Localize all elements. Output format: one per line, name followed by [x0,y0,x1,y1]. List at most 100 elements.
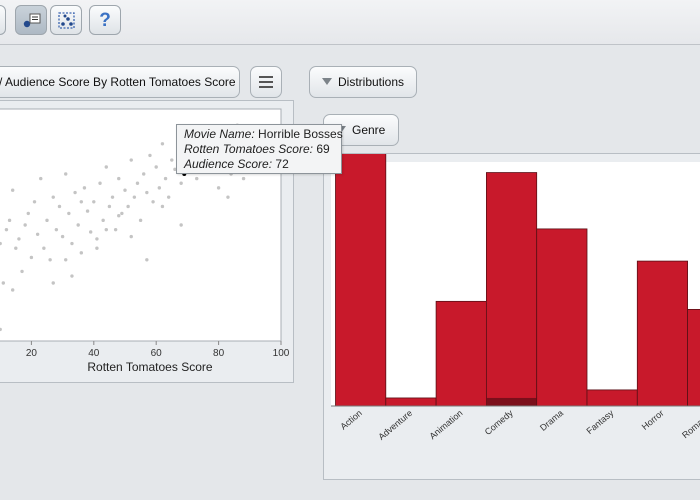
scatter-point[interactable] [148,153,152,158]
scatter-point[interactable] [70,241,74,246]
scatter-title-label: / Audience Score By Rotten Tomatoes Scor… [0,75,236,89]
distributions-dropdown[interactable]: Distributions [309,66,417,98]
bar-drama[interactable] [536,228,588,407]
scatter-point[interactable] [107,204,112,209]
bar-fantasy[interactable] [586,389,638,407]
scatter-point[interactable] [179,181,183,185]
scatter-point[interactable] [70,274,74,278]
x-tick-label: 40 [88,348,100,359]
scatter-point[interactable] [104,165,108,169]
scatter-point[interactable] [226,195,230,199]
scatter-point[interactable] [160,142,165,146]
scatter-point[interactable] [163,176,168,181]
scatter-point[interactable] [51,195,55,199]
scatter-point[interactable] [10,188,15,192]
scatter-point[interactable] [48,258,52,262]
scatter-point[interactable] [123,188,127,192]
scatter-point[interactable] [92,200,96,204]
scatter-point[interactable] [129,234,133,239]
scatter-point[interactable] [117,214,121,218]
scatter-point[interactable] [82,186,87,190]
partial-toolbar-button[interactable] [0,5,6,35]
scatter-point[interactable] [32,200,37,204]
x-tick-label: 100 [273,348,290,359]
scatter-point[interactable] [17,237,21,241]
scatter-point[interactable] [51,281,55,285]
scatter-point[interactable] [132,195,137,199]
scatter-point[interactable] [101,218,105,223]
scatter-point[interactable] [7,218,12,223]
genre-label: Genre [352,123,386,137]
scatter-point[interactable] [179,223,183,227]
x-axis-label: Rotten Tomatoes Score [87,360,213,374]
scatter-point[interactable] [1,281,6,285]
scatter-point[interactable] [117,176,121,181]
scatter-point[interactable] [104,227,108,232]
scatter-point[interactable] [60,234,65,239]
scatter-point[interactable] [95,237,99,241]
scatter-point[interactable] [4,227,9,232]
scatter-point[interactable] [79,251,84,255]
scatter-point[interactable] [20,269,24,274]
annotate-button[interactable] [15,5,47,35]
scatter-point[interactable] [135,181,140,185]
scatter-point[interactable] [110,195,115,199]
bar-horror[interactable] [636,260,688,407]
scatter-point[interactable] [73,190,77,195]
scatter-point[interactable] [26,211,30,216]
category-label: Comedy [483,408,515,438]
scatter-point[interactable] [98,181,102,185]
scatter-point[interactable] [142,172,146,176]
scatter-point[interactable] [166,195,171,199]
scatter-point[interactable] [23,223,27,227]
scatter-point[interactable] [154,165,158,169]
scatter-point[interactable] [216,186,221,190]
question-icon: ? [99,10,111,31]
scatter-point[interactable] [170,158,174,162]
x-tick-label: 80 [213,348,225,359]
scatter-point[interactable] [29,255,34,260]
scatter-point[interactable] [129,158,133,162]
bar-action[interactable] [335,131,387,407]
scatter-point[interactable] [138,218,143,223]
scatter-point[interactable] [64,172,68,176]
scatter-point[interactable] [241,176,246,181]
scatter-point[interactable] [145,258,149,262]
scatter-point[interactable] [79,200,84,204]
scatter-point[interactable] [195,176,199,181]
bar-comedy[interactable] [485,172,538,407]
scatter-point[interactable] [45,218,49,223]
bar-romance[interactable] [687,308,700,407]
scatter-point[interactable] [14,246,18,250]
select-button[interactable] [50,5,82,35]
category-label: Animation [427,408,464,441]
scatter-point[interactable] [145,190,149,195]
scatter-point[interactable] [35,232,40,236]
scatter-point[interactable] [85,209,90,213]
category-label: Romance [680,408,700,440]
x-tick-label: 20 [26,348,38,359]
scatter-point[interactable] [88,230,93,234]
scatter-point[interactable] [157,186,162,190]
category-label: Adventure [376,408,414,442]
scatter-point[interactable] [151,200,155,204]
bar-animation[interactable] [435,300,487,407]
scatter-point[interactable] [42,246,46,250]
scatter-point[interactable] [10,288,15,292]
scatter-point[interactable] [67,211,71,216]
scatter-point[interactable] [95,246,99,250]
scatter-point[interactable] [39,176,43,181]
scatter-point[interactable] [64,258,68,262]
scatter-point[interactable] [126,204,130,209]
scatter-point[interactable] [57,204,62,209]
distribution-panel: Action Adventure Animation Comedy Drama Fanta… [323,131,700,480]
menu-button[interactable] [250,66,282,98]
scatter-point[interactable] [120,211,124,216]
scatter-title-dropdown[interactable]: / Audience Score By Rotten Tomatoes Scor… [0,66,240,98]
scatter-point[interactable] [54,227,59,232]
scatter-point[interactable] [160,204,165,209]
scatter-point[interactable] [113,227,118,232]
bar-adventure[interactable] [385,397,437,407]
help-button[interactable]: ? [89,5,121,35]
scatter-point[interactable] [76,223,80,227]
